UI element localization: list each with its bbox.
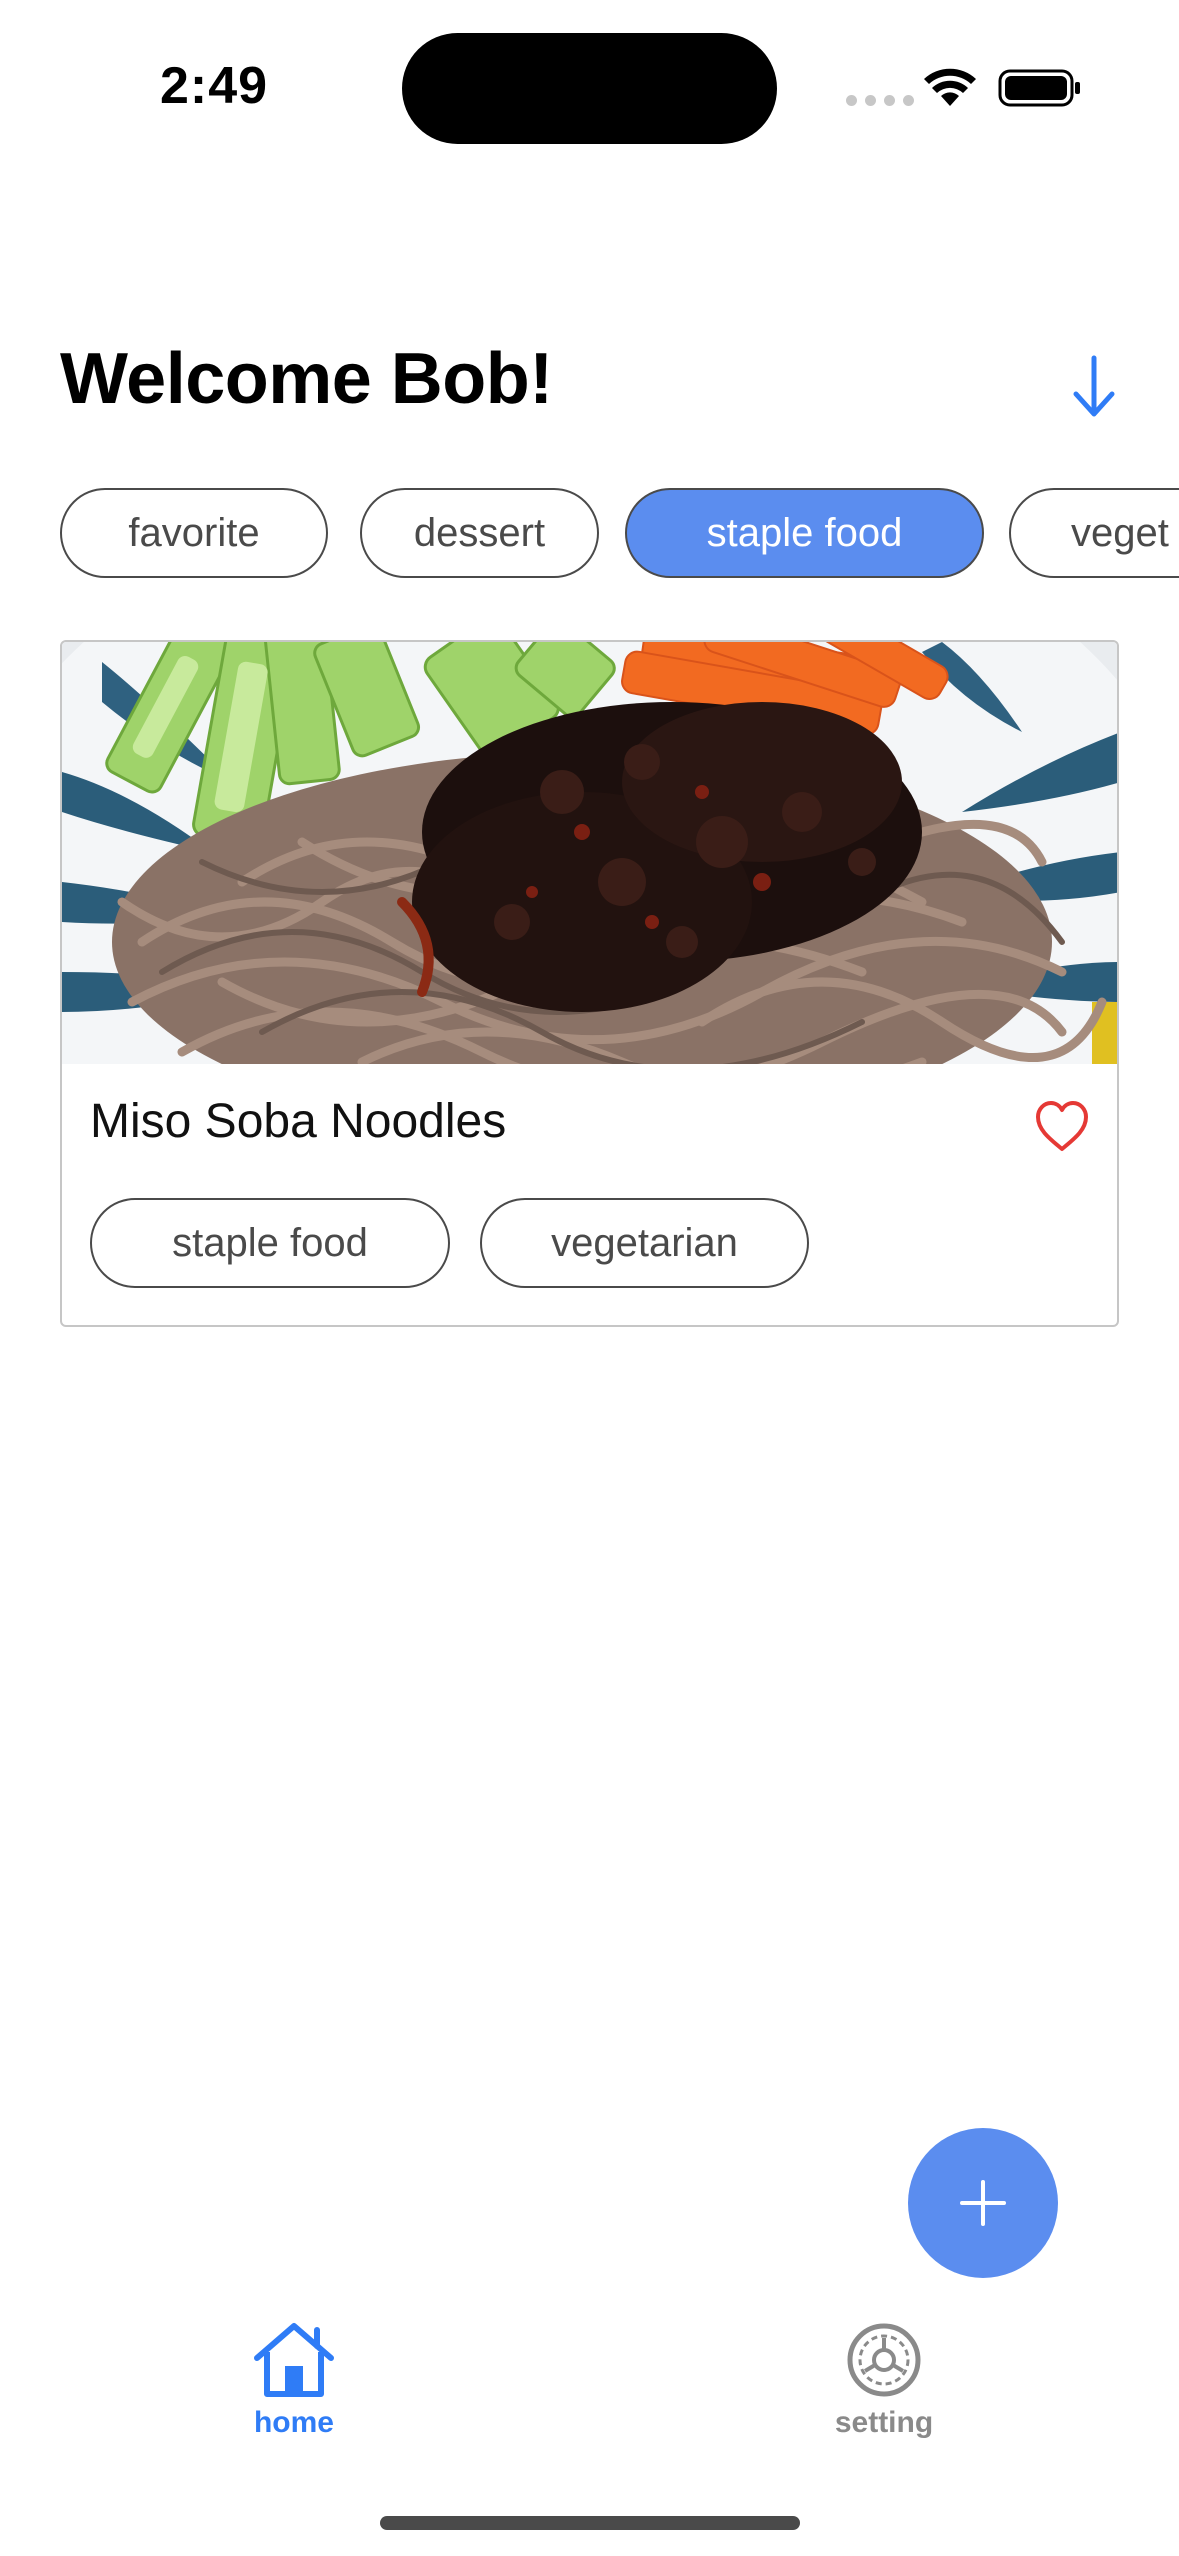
battery-icon — [998, 69, 1080, 107]
recipe-title: Miso Soba Noodles — [90, 1095, 507, 1148]
recipe-tag-vegetarian: vegetarian — [480, 1198, 809, 1288]
arrow-down-icon — [1073, 355, 1115, 417]
app-screen: 2:49 Welcome Bob! favorite dessert stapl… — [0, 0, 1179, 2556]
page-title: Welcome Bob! — [60, 339, 553, 419]
heart-outline-icon — [1036, 1101, 1088, 1151]
chip-staple-food[interactable]: staple food — [625, 488, 984, 578]
chip-dessert[interactable]: dessert — [360, 488, 599, 578]
status-time: 2:49 — [160, 57, 269, 115]
tab-home-label: home — [253, 2406, 334, 2439]
tab-setting-label: setting — [834, 2406, 934, 2439]
add-recipe-button[interactable] — [908, 2128, 1058, 2278]
favorite-button[interactable] — [1032, 1096, 1092, 1156]
house-icon — [254, 2323, 334, 2397]
gear-icon — [847, 2323, 921, 2397]
chip-vegetarian[interactable]: veget — [1009, 488, 1179, 578]
chip-favorite[interactable]: favorite — [60, 488, 328, 578]
recipe-tag-staple-food: staple food — [90, 1198, 450, 1288]
home-indicator[interactable] — [380, 2516, 800, 2530]
plus-icon — [960, 2180, 1006, 2226]
recipe-card[interactable]: Miso Soba Noodles staple food vegetarian — [60, 640, 1119, 1327]
category-filter-bar: favorite dessert staple food veget — [60, 488, 1179, 578]
tab-home[interactable]: home — [164, 2320, 424, 2460]
dynamic-island — [402, 33, 777, 144]
cellular-signal-icon — [846, 95, 914, 106]
recipe-photo — [62, 642, 1117, 1064]
tab-setting[interactable]: setting — [754, 2320, 1014, 2460]
sort-button[interactable] — [1064, 352, 1124, 422]
wifi-icon — [924, 68, 976, 106]
